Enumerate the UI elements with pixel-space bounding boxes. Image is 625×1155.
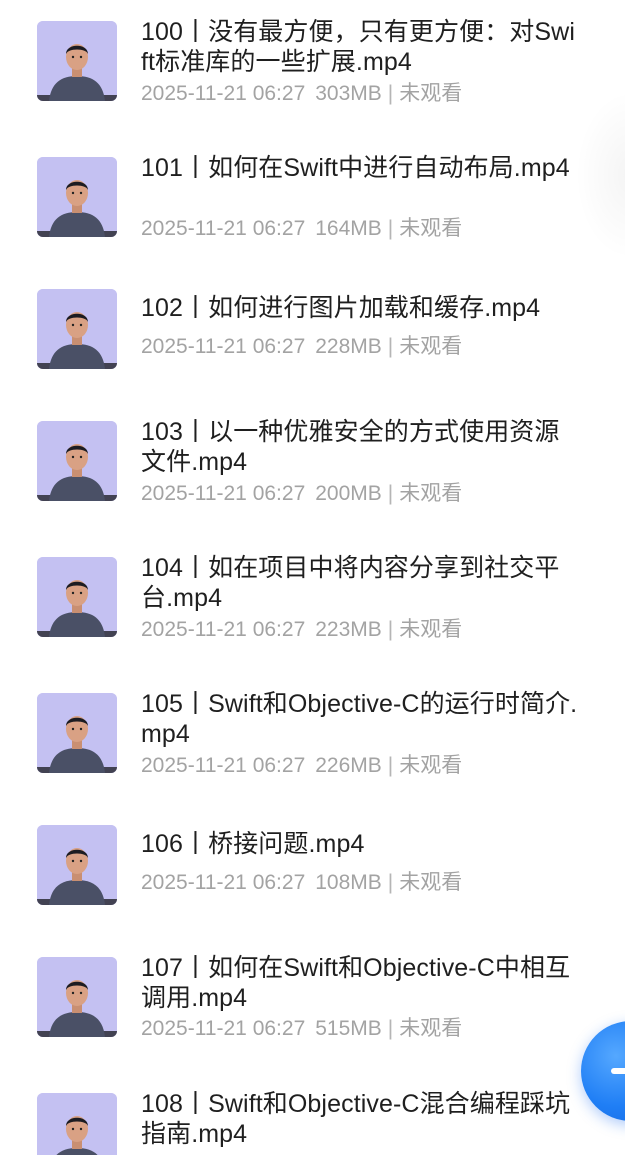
- video-title: 103丨以一种优雅安全的方式使用资源文件.mp4: [141, 418, 560, 476]
- list-item[interactable]: 105丨Swift和Objective-C的运行时简介.mp4 2025-11-…: [0, 672, 600, 782]
- presenter-thumbnail-icon: [37, 693, 117, 773]
- video-thumbnail[interactable]: [37, 1093, 117, 1155]
- video-meta: 2025-11-21 06:27 200MB | 未观看: [141, 481, 462, 507]
- video-title: 102丨如何进行图片加载和缓存.mp4: [141, 294, 541, 322]
- video-title: 100丨没有最方便，只有更方便：对Swift标准库的一些扩展.mp4: [141, 18, 575, 76]
- video-title: 101丨如何在Swift中进行自动布局.mp4: [141, 154, 570, 182]
- video-meta: 2025-11-21 06:27 228MB | 未观看: [141, 334, 462, 360]
- video-meta: 2025-11-21 06:27 226MB | 未观看: [141, 753, 462, 779]
- watch-status: 未观看: [399, 482, 463, 505]
- presenter-thumbnail-icon: [37, 157, 117, 237]
- video-size: 515MB: [315, 1017, 382, 1040]
- watch-status: 未观看: [399, 618, 463, 641]
- video-date: 2025-11-21 06:27: [141, 1017, 306, 1040]
- presenter-thumbnail-icon: [37, 825, 117, 905]
- presenter-thumbnail-icon: [37, 421, 117, 501]
- watch-status: 未观看: [399, 754, 463, 777]
- meta-separator: |: [387, 1017, 394, 1040]
- video-date: 2025-11-21 06:27: [141, 217, 306, 240]
- video-title: 106丨桥接问题.mp4: [141, 830, 365, 858]
- meta-separator: |: [387, 217, 394, 240]
- video-thumbnail[interactable]: [37, 21, 117, 101]
- presenter-thumbnail-icon: [37, 289, 117, 369]
- presenter-thumbnail-icon: [37, 557, 117, 637]
- video-title: 108丨Swift和Objective-C混合编程踩坑指南.mp4: [141, 1090, 571, 1148]
- video-thumbnail[interactable]: [37, 693, 117, 773]
- video-date: 2025-11-21 06:27: [141, 82, 306, 105]
- meta-separator: |: [387, 335, 394, 358]
- video-size: 226MB: [315, 754, 382, 777]
- video-thumbnail[interactable]: [37, 825, 117, 905]
- presenter-thumbnail-icon: [37, 1093, 117, 1155]
- list-item[interactable]: 103丨以一种优雅安全的方式使用资源文件.mp4 2025-11-21 06:2…: [0, 400, 600, 510]
- watch-status: 未观看: [399, 82, 463, 105]
- video-size: 303MB: [315, 82, 382, 105]
- video-date: 2025-11-21 06:27: [141, 871, 306, 894]
- video-title: 104丨如在项目中将内容分享到社交平台.mp4: [141, 554, 560, 612]
- video-date: 2025-11-21 06:27: [141, 482, 306, 505]
- video-meta: 2025-11-21 06:27 108MB | 未观看: [141, 870, 462, 896]
- add-icon: [611, 1068, 625, 1074]
- watch-status: 未观看: [399, 871, 463, 894]
- meta-separator: |: [387, 618, 394, 641]
- meta-separator: |: [387, 82, 394, 105]
- video-thumbnail[interactable]: [37, 957, 117, 1037]
- meta-separator: |: [387, 754, 394, 777]
- list-item[interactable]: 100丨没有最方便，只有更方便：对Swift标准库的一些扩展.mp4 2025-…: [0, 0, 600, 110]
- video-date: 2025-11-21 06:27: [141, 618, 306, 641]
- watch-status: 未观看: [399, 217, 463, 240]
- list-item[interactable]: 102丨如何进行图片加载和缓存.mp4 2025-11-21 06:27 228M…: [0, 272, 600, 382]
- meta-separator: |: [387, 482, 394, 505]
- list-item[interactable]: 108丨Swift和Objective-C混合编程踩坑指南.mp4: [0, 1072, 600, 1155]
- video-size: 223MB: [315, 618, 382, 641]
- video-title: 105丨Swift和Objective-C的运行时简介.mp4: [141, 690, 578, 748]
- list-item[interactable]: 104丨如在项目中将内容分享到社交平台.mp4 2025-11-21 06:27…: [0, 536, 600, 646]
- list-item[interactable]: 101丨如何在Swift中进行自动布局.mp4 2025-11-21 06:27…: [0, 136, 600, 246]
- video-date: 2025-11-21 06:27: [141, 335, 306, 358]
- video-thumbnail[interactable]: [37, 157, 117, 237]
- video-meta: 2025-11-21 06:27 515MB | 未观看: [141, 1016, 462, 1042]
- video-size: 164MB: [315, 217, 382, 240]
- presenter-thumbnail-icon: [37, 21, 117, 101]
- video-date: 2025-11-21 06:27: [141, 754, 306, 777]
- file-list-screen: 100丨没有最方便，只有更方便：对Swift标准库的一些扩展.mp4 2025-…: [0, 0, 625, 1155]
- list-item[interactable]: 106丨桥接问题.mp4 2025-11-21 06:27 108MB | 未观看: [0, 808, 600, 918]
- video-size: 200MB: [315, 482, 382, 505]
- video-thumbnail[interactable]: [37, 289, 117, 369]
- video-thumbnail[interactable]: [37, 557, 117, 637]
- video-title: 107丨如何在Swift和Objective-C中相互调用.mp4: [141, 954, 571, 1012]
- watch-status: 未观看: [399, 335, 463, 358]
- video-meta: 2025-11-21 06:27 223MB | 未观看: [141, 617, 462, 643]
- presenter-thumbnail-icon: [37, 957, 117, 1037]
- video-meta: 2025-11-21 06:27 303MB | 未观看: [141, 81, 462, 107]
- list-item[interactable]: 107丨如何在Swift和Objective-C中相互调用.mp4 2025-1…: [0, 936, 600, 1046]
- video-size: 228MB: [315, 335, 382, 358]
- meta-separator: |: [387, 871, 394, 894]
- video-meta: 2025-11-21 06:27 164MB | 未观看: [141, 216, 462, 242]
- video-thumbnail[interactable]: [37, 421, 117, 501]
- watch-status: 未观看: [399, 1017, 463, 1040]
- video-size: 108MB: [315, 871, 382, 894]
